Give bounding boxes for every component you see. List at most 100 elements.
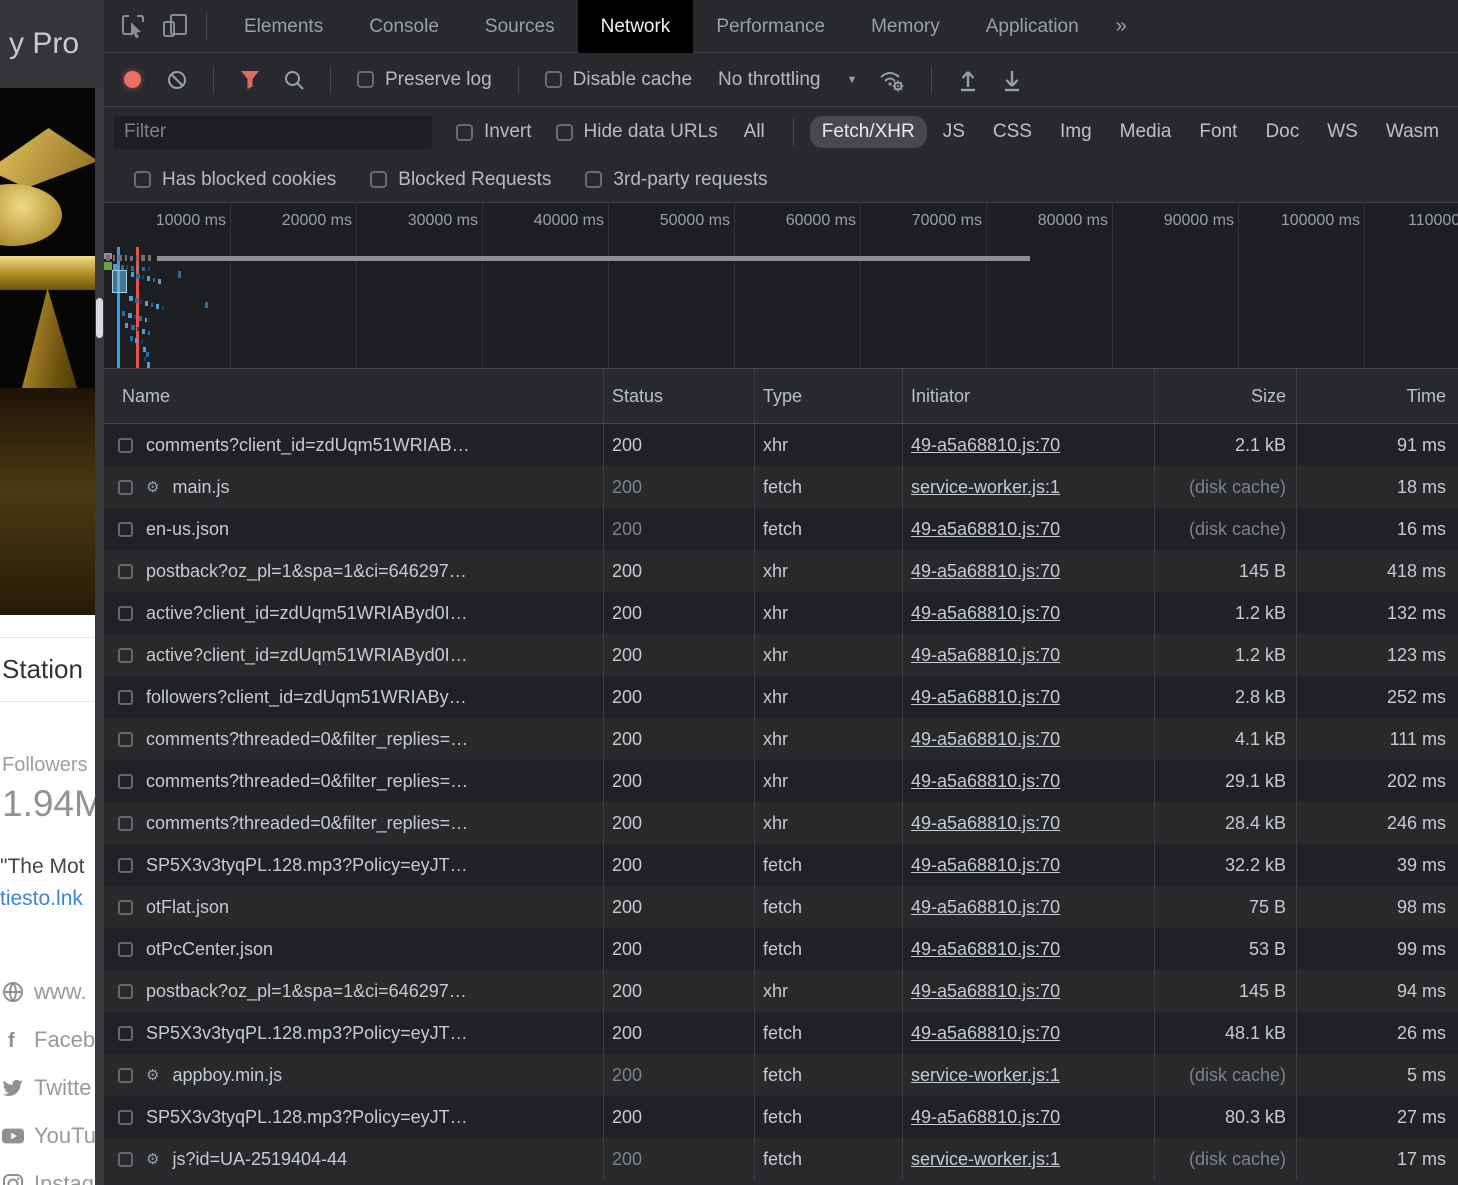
tab-elements[interactable]: Elements (221, 0, 346, 53)
more-tabs-button[interactable]: » (1102, 0, 1141, 53)
station-label[interactable]: Station (0, 638, 104, 701)
initiator-link[interactable]: 49-a5a68810.js:70 (911, 519, 1060, 540)
filter-input[interactable] (114, 116, 432, 149)
filter-chip-font[interactable]: Font (1187, 116, 1249, 148)
filter-chip-css[interactable]: CSS (981, 116, 1044, 148)
table-row[interactable]: ⚙js?id=UA-2519404-44200fetchservice-work… (104, 1138, 1458, 1180)
request-name-cell[interactable]: otFlat.json (104, 886, 604, 928)
page-scrollbar-track[interactable] (95, 88, 104, 1185)
request-name-cell[interactable]: ⚙main.js (104, 466, 604, 508)
preserve-log-checkbox[interactable] (357, 71, 374, 88)
filter-chip-js[interactable]: JS (931, 116, 977, 148)
filter-chip-media[interactable]: Media (1108, 116, 1184, 148)
column-header-type[interactable]: Type (755, 369, 903, 423)
social-link-twitte[interactable]: Twitte (2, 1075, 104, 1101)
column-header-initiator[interactable]: Initiator (903, 369, 1155, 423)
table-row[interactable]: postback?oz_pl=1&spa=1&ci=646297…200xhr4… (104, 550, 1458, 592)
row-checkbox[interactable] (118, 480, 133, 495)
table-row[interactable]: comments?threaded=0&filter_replies=…200x… (104, 802, 1458, 844)
has-blocked-cookies-toggle[interactable]: Has blocked cookies (134, 169, 336, 191)
row-checkbox[interactable] (118, 1068, 133, 1083)
device-toolbar-icon[interactable] (158, 8, 192, 44)
tab-network[interactable]: Network (578, 0, 694, 53)
initiator-link[interactable]: 49-a5a68810.js:70 (911, 645, 1060, 666)
initiator-link[interactable]: 49-a5a68810.js:70 (911, 687, 1060, 708)
tab-performance[interactable]: Performance (693, 0, 848, 53)
row-checkbox[interactable] (118, 606, 133, 621)
social-link-faceb[interactable]: fFaceb (2, 1027, 104, 1053)
row-checkbox[interactable] (118, 774, 133, 789)
initiator-link[interactable]: 49-a5a68810.js:70 (911, 1023, 1060, 1044)
social-link-instag[interactable]: Instag (2, 1171, 104, 1185)
filter-chip-img[interactable]: Img (1048, 116, 1104, 148)
row-checkbox[interactable] (118, 648, 133, 663)
filter-funnel-icon[interactable] (239, 70, 261, 90)
table-row[interactable]: followers?client_id=zdUqm51WRIABy…200xhr… (104, 676, 1458, 718)
column-header-name[interactable]: Name (104, 369, 604, 423)
network-overview-timeline[interactable]: 10000 ms20000 ms30000 ms40000 ms50000 ms… (104, 203, 1458, 369)
tab-sources[interactable]: Sources (462, 0, 578, 53)
tab-console[interactable]: Console (346, 0, 462, 53)
search-icon[interactable] (283, 69, 305, 91)
row-checkbox[interactable] (118, 816, 133, 831)
import-har-icon[interactable] (957, 68, 979, 92)
initiator-link[interactable]: 49-a5a68810.js:70 (911, 981, 1060, 1002)
bio-link[interactable]: tiesto.lnk (0, 881, 104, 911)
request-name-cell[interactable]: active?client_id=zdUqm51WRIAByd0I… (104, 592, 604, 634)
table-row[interactable]: active?client_id=zdUqm51WRIAByd0I…200xhr… (104, 592, 1458, 634)
hide-data-urls-checkbox[interactable] (556, 124, 573, 141)
clear-network-log-icon[interactable] (166, 69, 188, 91)
table-row[interactable]: ⚙appboy.min.js200fetchservice-worker.js:… (104, 1054, 1458, 1096)
column-header-size[interactable]: Size (1155, 369, 1297, 423)
initiator-link[interactable]: service-worker.js:1 (911, 1065, 1060, 1086)
request-name-cell[interactable]: comments?threaded=0&filter_replies=… (104, 718, 604, 760)
initiator-link[interactable]: 49-a5a68810.js:70 (911, 1107, 1060, 1128)
request-name-cell[interactable]: comments?threaded=0&filter_replies=… (104, 760, 604, 802)
initiator-link[interactable]: 49-a5a68810.js:70 (911, 603, 1060, 624)
row-checkbox[interactable] (118, 564, 133, 579)
initiator-link[interactable]: 49-a5a68810.js:70 (911, 729, 1060, 750)
row-checkbox[interactable] (118, 984, 133, 999)
tab-application[interactable]: Application (963, 0, 1102, 53)
initiator-link[interactable]: 49-a5a68810.js:70 (911, 813, 1060, 834)
request-name-cell[interactable]: en-us.json (104, 508, 604, 550)
blocked-requests-toggle[interactable]: Blocked Requests (370, 169, 551, 191)
3rd-party-requests-toggle[interactable]: 3rd-party requests (585, 169, 767, 191)
table-row[interactable]: postback?oz_pl=1&spa=1&ci=646297…200xhr4… (104, 970, 1458, 1012)
row-checkbox[interactable] (118, 522, 133, 537)
column-header-status[interactable]: Status (604, 369, 755, 423)
preserve-log-toggle[interactable]: Preserve log (357, 69, 492, 91)
initiator-link[interactable]: 49-a5a68810.js:70 (911, 939, 1060, 960)
social-link-youtu[interactable]: YouTu (2, 1123, 104, 1149)
request-name-cell[interactable]: SP5X3v3tyqPL.128.mp3?Policy=eyJT… (104, 1096, 604, 1138)
tab-memory[interactable]: Memory (848, 0, 963, 53)
filter-chip-wasm[interactable]: Wasm (1374, 116, 1451, 148)
filter-chip-all[interactable]: All (732, 116, 777, 148)
3rd-party-requests-checkbox[interactable] (585, 171, 602, 188)
throttling-select[interactable]: No throttling ▼ (718, 69, 857, 91)
column-header-time[interactable]: Time (1297, 369, 1458, 423)
row-checkbox[interactable] (118, 732, 133, 747)
table-row[interactable]: otFlat.json200fetch49-a5a68810.js:7075 B… (104, 886, 1458, 928)
row-checkbox[interactable] (118, 942, 133, 957)
initiator-link[interactable]: 49-a5a68810.js:70 (911, 561, 1060, 582)
request-name-cell[interactable]: otPcCenter.json (104, 928, 604, 970)
record-network-log-button[interactable] (124, 71, 141, 88)
request-name-cell[interactable]: ⚙js?id=UA-2519404-44 (104, 1138, 604, 1180)
table-row[interactable]: en-us.json200fetch49-a5a68810.js:70(disk… (104, 508, 1458, 550)
initiator-link[interactable]: 49-a5a68810.js:70 (911, 897, 1060, 918)
row-checkbox[interactable] (118, 1152, 133, 1167)
request-name-cell[interactable]: ⚙appboy.min.js (104, 1054, 604, 1096)
filter-chip-doc[interactable]: Doc (1253, 116, 1311, 148)
initiator-link[interactable]: service-worker.js:1 (911, 477, 1060, 498)
has-blocked-cookies-checkbox[interactable] (134, 171, 151, 188)
row-checkbox[interactable] (118, 900, 133, 915)
initiator-link[interactable]: service-worker.js:1 (911, 1149, 1060, 1170)
request-name-cell[interactable]: postback?oz_pl=1&spa=1&ci=646297… (104, 970, 604, 1012)
table-row[interactable]: active?client_id=zdUqm51WRIAByd0I…200xhr… (104, 634, 1458, 676)
network-conditions-icon[interactable] (878, 68, 906, 92)
table-row[interactable]: SP5X3v3tyqPL.128.mp3?Policy=eyJT…200fetc… (104, 1012, 1458, 1054)
request-name-cell[interactable]: SP5X3v3tyqPL.128.mp3?Policy=eyJT… (104, 1012, 604, 1054)
table-row[interactable]: comments?threaded=0&filter_replies=…200x… (104, 718, 1458, 760)
row-checkbox[interactable] (118, 690, 133, 705)
